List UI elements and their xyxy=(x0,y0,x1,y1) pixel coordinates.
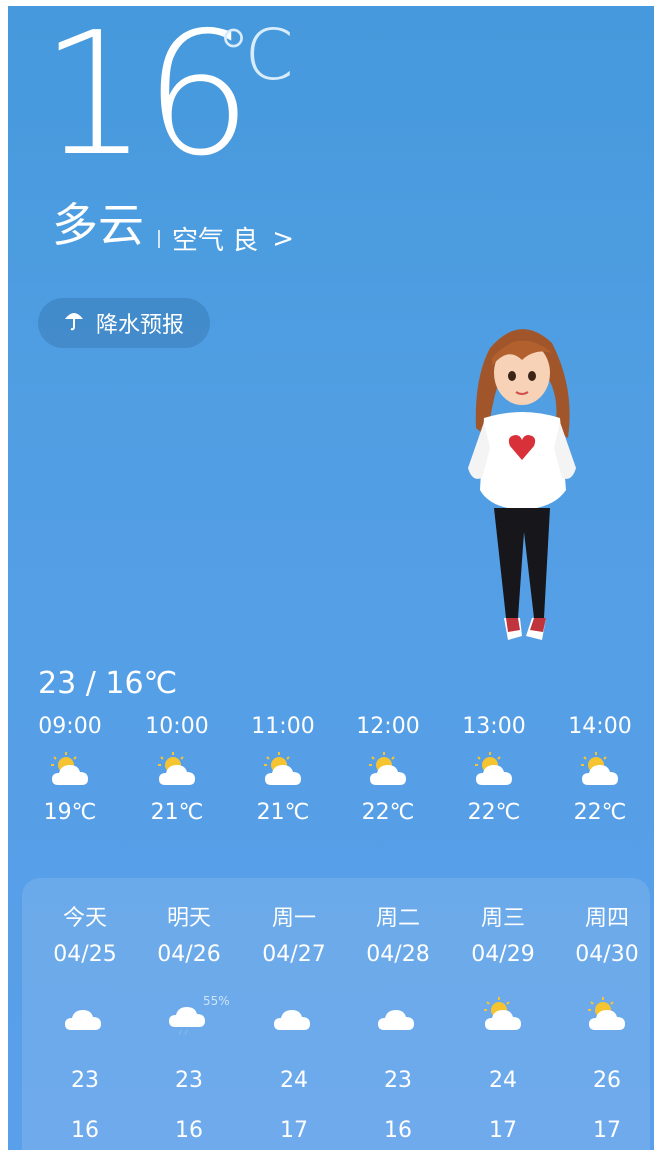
daily-forecast-card[interactable]: 今天 04/25 23 16 明天 04/26 23 16 55% 周一 04/27 24 17 周二 04… xyxy=(22,878,650,1150)
cloudy-icon xyxy=(348,990,448,1040)
day-name: 今天 xyxy=(62,906,107,931)
day-name: 明天 xyxy=(166,906,211,931)
hour-temperature: 22℃ xyxy=(573,800,627,825)
day-low-temp: 16 xyxy=(71,1118,99,1143)
day-high-temp: 23 xyxy=(175,1068,203,1093)
separator xyxy=(158,229,160,248)
day-high-temp: 23 xyxy=(71,1068,99,1093)
day-low-temp: 17 xyxy=(280,1118,308,1143)
current-condition: 多云 xyxy=(52,198,144,252)
day-date: 04/30 xyxy=(575,942,639,967)
partly-sunny-icon xyxy=(238,742,328,798)
hour-temperature: 22℃ xyxy=(467,800,521,825)
weather-screen: 16 ℃ 多云 空气 良 > 降水预报 23 / 16℃ 09:00 19℃ 1… xyxy=(8,6,654,1150)
day-high-temp: 23 xyxy=(384,1068,412,1093)
air-quality-link[interactable]: 空气 良 > xyxy=(158,220,294,257)
day-name: 周二 xyxy=(375,906,420,931)
partly-sunny-icon xyxy=(453,990,553,1040)
precipitation-forecast-button[interactable]: 降水预报 xyxy=(38,298,210,348)
cloudy-icon xyxy=(35,990,135,1040)
partly-sunny-icon xyxy=(449,742,539,798)
hour-item: 09:00 19℃ xyxy=(25,712,115,828)
hour-item: 14:00 22℃ xyxy=(555,712,645,828)
hour-item: 11:00 21℃ xyxy=(238,712,328,828)
hour-time: 12:00 xyxy=(356,714,420,739)
day-high-temp: 26 xyxy=(593,1068,621,1093)
partly-sunny-icon xyxy=(555,742,645,798)
hour-time: 14:00 xyxy=(568,714,632,739)
chevron-right-icon: > xyxy=(272,223,295,254)
day-date: 04/29 xyxy=(471,942,535,967)
hour-item: 10:00 21℃ xyxy=(132,712,222,828)
hour-temperature: 19℃ xyxy=(43,800,97,825)
precipitation-chance: 55% xyxy=(203,994,230,1008)
hour-time: 10:00 xyxy=(145,714,209,739)
day-name: 周三 xyxy=(480,906,525,931)
day-low-temp: 16 xyxy=(175,1118,203,1143)
hour-temperature: 22℃ xyxy=(361,800,415,825)
air-quality-label: 空气 良 xyxy=(172,226,259,256)
day-low-temp: 17 xyxy=(593,1118,621,1143)
hour-temperature: 21℃ xyxy=(256,800,310,825)
day-date: 04/27 xyxy=(262,942,326,967)
day-date: 04/28 xyxy=(366,942,430,967)
day-high-temp: 24 xyxy=(280,1068,308,1093)
hour-time: 09:00 xyxy=(38,714,102,739)
hour-item: 12:00 22℃ xyxy=(343,712,433,828)
hour-item: 13:00 22℃ xyxy=(449,712,539,828)
day-high-temp: 24 xyxy=(489,1068,517,1093)
partly-sunny-icon xyxy=(557,990,654,1040)
precipitation-forecast-label: 降水预报 xyxy=(95,313,184,338)
partly-sunny-icon xyxy=(25,742,115,798)
day-name: 周一 xyxy=(271,906,316,931)
partly-sunny-icon xyxy=(132,742,222,798)
day-low-temp: 17 xyxy=(489,1118,517,1143)
day-date: 04/26 xyxy=(157,942,221,967)
hour-time: 11:00 xyxy=(251,714,315,739)
day-low-temp: 16 xyxy=(384,1118,412,1143)
temperature-unit: ℃ xyxy=(216,14,295,96)
avatar-character xyxy=(460,318,590,658)
partly-sunny-icon xyxy=(343,742,433,798)
umbrella-icon xyxy=(64,309,84,337)
day-date: 04/25 xyxy=(53,942,117,967)
today-temperature-range: 23 / 16℃ xyxy=(38,666,178,701)
hour-temperature: 21℃ xyxy=(150,800,204,825)
hourly-forecast[interactable]: 09:00 19℃ 10:00 21℃ 11:00 21℃ 12:00 22℃ 13:00 22℃… xyxy=(8,712,654,842)
hour-time: 13:00 xyxy=(462,714,526,739)
day-name: 周四 xyxy=(584,906,629,931)
cloudy-icon xyxy=(244,990,344,1040)
